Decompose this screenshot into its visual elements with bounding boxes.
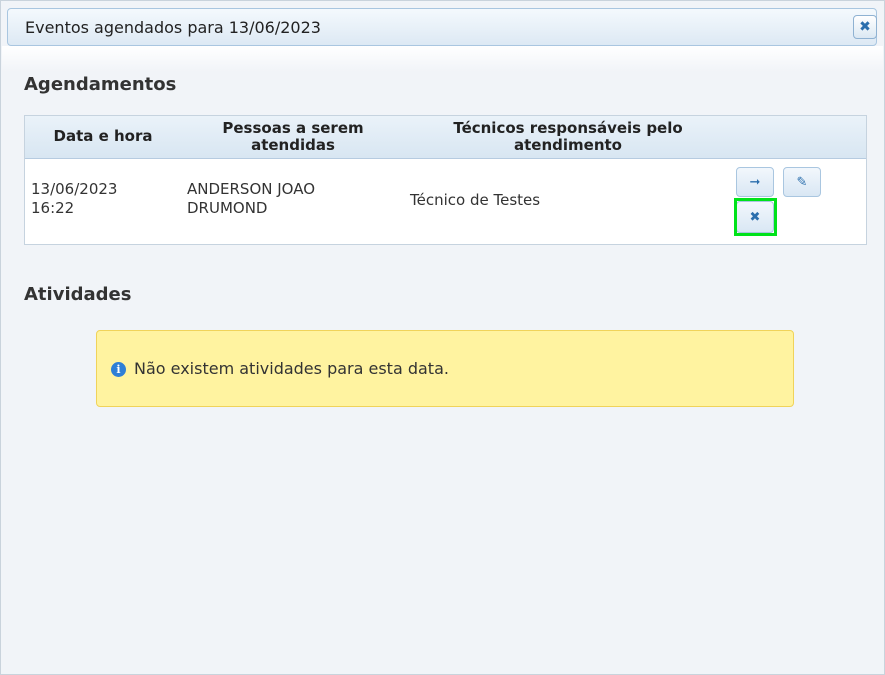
cell-people: ANDERSON JOAO DRUMOND	[187, 180, 316, 217]
column-header-technicians: Técnicos responsáveis pelo atendimento	[453, 119, 683, 154]
info-icon: i	[111, 362, 126, 377]
table-header: Data e hora Pessoas a serem atendidas Té…	[25, 116, 866, 159]
focus-highlight	[734, 198, 777, 236]
appointments-heading: Agendamentos	[24, 74, 177, 95]
cell-technicians: Técnico de Testes	[410, 191, 541, 209]
column-header-people: Pessoas a serem atendidas	[222, 119, 364, 154]
cell-date-time: 13/06/2023 16:22	[31, 180, 118, 217]
dialog-title: Eventos agendados para 13/06/2023	[25, 18, 321, 37]
close-icon: ✖	[859, 19, 871, 35]
pencil-icon: ✎	[796, 174, 808, 190]
events-dialog: Eventos agendados para 13/06/2023 ✖ Agen…	[0, 0, 885, 675]
activities-heading: Atividades	[24, 284, 132, 305]
column-header-date-time: Data e hora	[53, 127, 153, 145]
arrow-right-icon: ➞	[749, 174, 761, 190]
no-activities-message: Não existem atividades para esta data.	[134, 359, 449, 378]
titlebar-shadow	[2, 46, 883, 72]
close-button[interactable]: ✖	[853, 15, 877, 39]
edit-appointment-button[interactable]: ✎	[783, 167, 821, 197]
appointments-table: Data e hora Pessoas a serem atendidas Té…	[24, 115, 867, 245]
open-appointment-button[interactable]: ➞	[736, 167, 774, 197]
no-activities-alert: i Não existem atividades para esta data.	[96, 330, 794, 407]
dialog-titlebar: Eventos agendados para 13/06/2023 ✖	[7, 8, 877, 46]
